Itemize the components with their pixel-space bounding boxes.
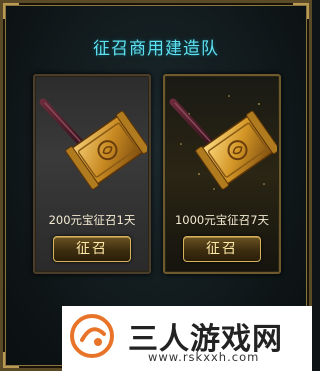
dialog-title: 征召商用建造队 <box>93 39 219 59</box>
recruit-button[interactable]: 征召 <box>53 236 131 262</box>
recruit-card-1day: 200元宝征召1天 征召 <box>33 74 151 274</box>
site-watermark: 三人游戏网 www.rskxxh.com <box>62 306 312 371</box>
recruit-card-7day: 1000元宝征召7天 征召 <box>163 74 281 274</box>
watermark-logo-icon <box>68 312 116 360</box>
watermark-url: www.rskxxh.com <box>148 350 260 364</box>
recruit-cost-label: 1000元宝征召7天 <box>174 213 270 227</box>
recruit-cost-label: 200元宝征召1天 <box>48 213 136 227</box>
frame-corner-ornament <box>3 3 19 19</box>
golden-hammer-icon <box>39 84 150 204</box>
frame-corner-ornament <box>3 352 19 368</box>
frame-corner-ornament <box>293 3 309 19</box>
golden-hammer-icon <box>169 84 280 204</box>
recruit-button[interactable]: 征召 <box>183 236 261 262</box>
